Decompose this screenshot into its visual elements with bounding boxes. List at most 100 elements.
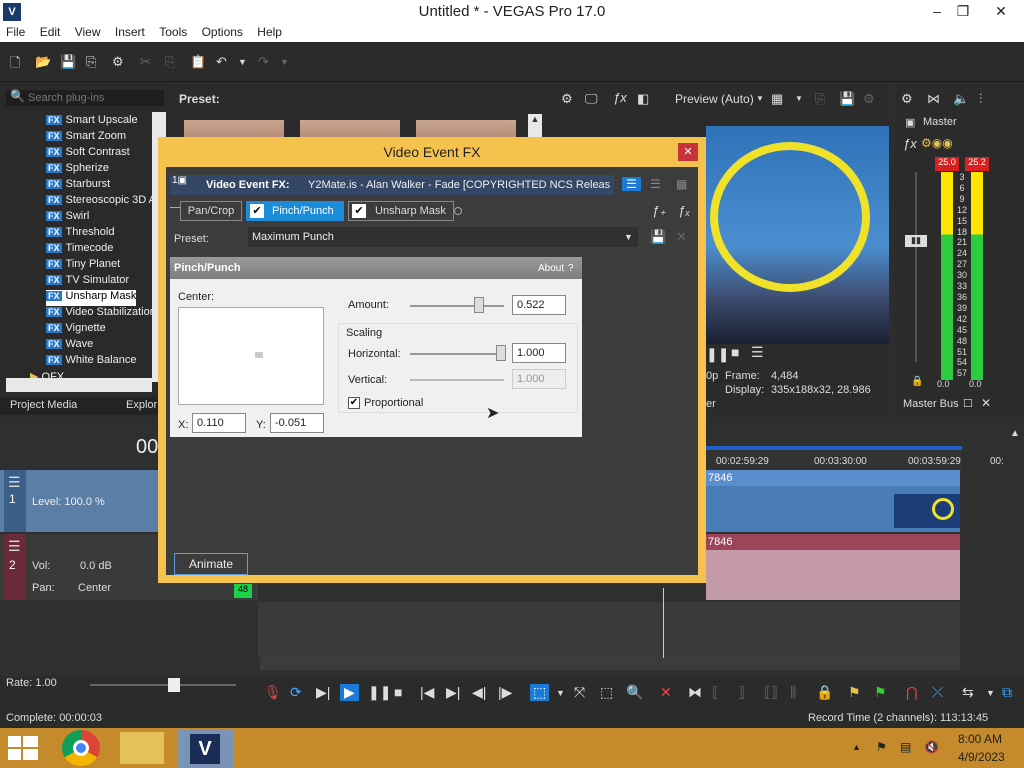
fx-icon[interactable]: ƒx: [903, 136, 917, 151]
master-settings-icon[interactable]: ⚙: [901, 91, 913, 107]
zoom-tool-icon[interactable]: 🔍: [626, 684, 643, 701]
plugin-item[interactable]: FX Wave: [46, 338, 93, 354]
menu-icon[interactable]: ☰: [751, 344, 764, 361]
open-icon[interactable]: 📂: [35, 54, 51, 70]
playhead[interactable]: [663, 588, 664, 658]
undock-icon[interactable]: ☐: [963, 397, 973, 410]
normal-edit-tool-icon[interactable]: ⬚: [530, 684, 550, 701]
plugin-item[interactable]: FX Smart Zoom: [46, 130, 126, 146]
plugin-item[interactable]: FX White Balance: [46, 354, 136, 370]
chain-unsharp-checkbox[interactable]: ✔: [352, 204, 366, 218]
next-frame-icon[interactable]: |▶: [498, 684, 512, 701]
amount-slider-thumb[interactable]: [474, 297, 484, 313]
split-icon[interactable]: ⟦⟧: [764, 684, 778, 701]
tray-network-icon[interactable]: ▤: [900, 740, 911, 754]
about-link[interactable]: About: [538, 263, 564, 274]
center-picker[interactable]: [178, 307, 324, 405]
plugin-item[interactable]: FX Smart Upscale: [46, 114, 138, 130]
vertical-field[interactable]: 1.000: [512, 369, 566, 389]
automation-icon[interactable]: ▣: [905, 116, 915, 129]
trim-icon[interactable]: ⧓: [688, 684, 702, 701]
pause-icon[interactable]: ❚❚: [368, 684, 391, 701]
grid-icon[interactable]: ▦: [771, 91, 783, 107]
trim-end-icon[interactable]: ⟧: [738, 684, 745, 701]
grid-view-icon[interactable]: ▦: [676, 177, 687, 191]
plugin-hscrollbar[interactable]: [6, 378, 152, 392]
redo-icon[interactable]: ↷: [258, 54, 269, 70]
tab-explorer[interactable]: Explor: [126, 399, 157, 411]
detail-view-icon[interactable]: ☰: [650, 177, 661, 191]
search-input[interactable]: Search plug-ins: [6, 90, 164, 106]
vertical-slider[interactable]: [410, 379, 504, 381]
stop-icon[interactable]: ❚❚: [706, 346, 729, 363]
menu-insert[interactable]: Insert: [109, 24, 150, 39]
marker-icon[interactable]: ⚑: [848, 684, 861, 701]
menu-view[interactable]: View: [69, 24, 106, 39]
stop-icon[interactable]: ■: [394, 684, 402, 700]
track-menu-icon[interactable]: ☰: [8, 474, 21, 491]
chevron-down-icon[interactable]: ▼: [795, 94, 803, 103]
plugin-item[interactable]: FX Swirl: [46, 210, 89, 226]
remove-fx-icon[interactable]: ƒₓ: [678, 203, 690, 218]
chrome-icon[interactable]: [62, 730, 100, 766]
plugin-item[interactable]: FX Tiny Planet: [46, 258, 120, 274]
preset-dropdown[interactable]: Maximum Punch: [248, 227, 638, 247]
delete-preset-icon[interactable]: ✕: [676, 229, 687, 245]
plugin-item[interactable]: FX Stereoscopic 3D A: [46, 194, 156, 210]
play-from-start-icon[interactable]: ▶|: [316, 684, 330, 701]
add-fx-icon[interactable]: ƒ₊: [652, 203, 666, 219]
delete-icon[interactable]: ✕: [660, 684, 672, 701]
menu-edit[interactable]: Edit: [34, 24, 66, 39]
y-field[interactable]: -0.051: [270, 413, 324, 433]
list-view-icon[interactable]: ☰: [622, 177, 641, 191]
render-icon[interactable]: ⎘: [86, 54, 96, 70]
plugin-item[interactable]: FX Vignette: [46, 322, 106, 338]
horizontal-slider[interactable]: [410, 353, 504, 355]
downmix-icon[interactable]: ⋈: [927, 91, 940, 107]
copy-snapshot-icon[interactable]: ⎘: [815, 91, 825, 107]
vegas-taskbar-icon[interactable]: V: [178, 730, 234, 768]
snapping-icon[interactable]: ⋂: [906, 684, 917, 701]
plugin-item[interactable]: FX Threshold: [46, 226, 114, 242]
save-snapshot-icon[interactable]: 💾: [839, 91, 855, 107]
close-icon[interactable]: ✕: [981, 396, 991, 410]
speaker-icon[interactable]: 🔈: [953, 91, 969, 107]
play-icon[interactable]: ▶: [340, 684, 359, 701]
paste-icon[interactable]: 📋: [190, 54, 206, 70]
horizontal-slider-thumb[interactable]: [496, 345, 506, 361]
plugin-item-selected[interactable]: FX Unsharp Mask: [46, 290, 137, 306]
lock-icon[interactable]: 🔒: [911, 376, 923, 387]
settings-icon[interactable]: ⚙: [112, 54, 124, 70]
plugin-item[interactable]: FX Timecode: [46, 242, 113, 258]
save-preset-icon[interactable]: 💾: [650, 229, 666, 245]
timeline-hscrollbar[interactable]: [260, 658, 960, 670]
chevron-down-icon[interactable]: ▼: [624, 232, 633, 242]
audio-clip[interactable]: 7846: [706, 534, 960, 600]
menu-help[interactable]: Help: [251, 24, 287, 39]
loop-icon[interactable]: ⟳: [290, 684, 302, 701]
menu-options[interactable]: Options: [196, 24, 248, 39]
preview-quality-dropdown[interactable]: Preview (Auto): [675, 92, 754, 106]
dialog-close-button[interactable]: ✕: [678, 143, 698, 161]
menu-file[interactable]: File: [0, 24, 30, 39]
split-all-icon[interactable]: ⫼: [790, 684, 796, 701]
split-screen-icon[interactable]: ◧: [637, 91, 649, 107]
chain-pinch-checkbox[interactable]: ✔: [250, 204, 264, 218]
external-monitor-icon[interactable]: 🖵: [585, 91, 598, 107]
mixer-icon[interactable]: ⫶: [979, 91, 982, 107]
lock-icon[interactable]: 🔒: [816, 684, 833, 701]
plugin-item[interactable]: FX Video Stabilization: [46, 306, 156, 322]
plugin-item[interactable]: FX Soft Contrast: [46, 146, 130, 162]
ripple-edit-icon[interactable]: ⇆: [962, 684, 974, 701]
amount-slider[interactable]: [410, 305, 504, 307]
cut-icon[interactable]: ✂: [140, 54, 151, 70]
horizontal-field[interactable]: 1.000: [512, 343, 566, 363]
region-icon[interactable]: ⚑: [874, 684, 887, 701]
tray-volume-icon[interactable]: 🔇: [924, 740, 939, 754]
tab-project-media[interactable]: Project Media: [10, 399, 77, 411]
go-to-end-icon[interactable]: ▶|: [446, 684, 460, 701]
ruler[interactable]: 00:02:59:29 00:03:30:00 00:03:59:29: [706, 446, 962, 472]
rate-slider-thumb[interactable]: [168, 678, 180, 692]
tray-chevron-icon[interactable]: ▲: [852, 742, 861, 752]
file-explorer-icon[interactable]: [120, 732, 164, 764]
